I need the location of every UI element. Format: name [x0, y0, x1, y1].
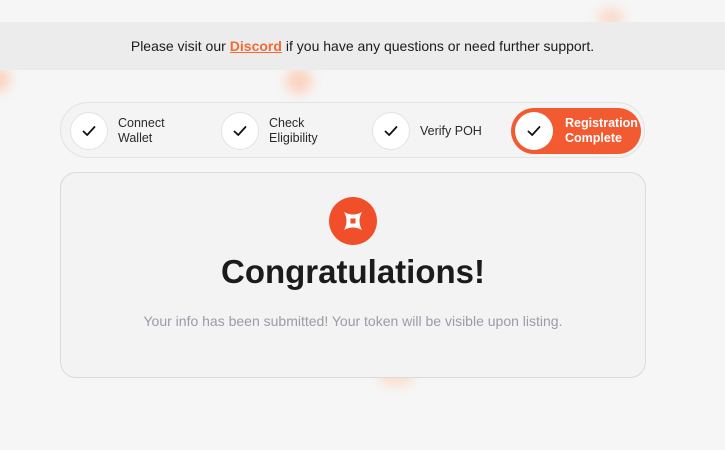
- step-verify-poh: Verify POH: [368, 108, 482, 154]
- discord-link[interactable]: Discord: [230, 38, 282, 54]
- check-icon: [70, 112, 108, 150]
- success-card: Congratulations! Your info has been subm…: [60, 172, 646, 378]
- step-connect-wallet: Connect Wallet: [66, 108, 165, 154]
- step-label: Connect Wallet: [118, 116, 165, 145]
- registration-stepper: Connect Wallet Check Eligibility Verify …: [60, 102, 645, 158]
- check-icon: [372, 112, 410, 150]
- banner-suffix-text: if you have any questions or need furthe…: [285, 38, 595, 54]
- step-label: Check Eligibility: [269, 116, 318, 145]
- brand-logo-icon: [329, 197, 377, 245]
- page-title: Congratulations!: [221, 253, 485, 290]
- banner-prefix-text: Please visit our: [130, 38, 226, 54]
- status-message: Your info has been submitted! Your token…: [143, 313, 563, 329]
- step-label: Registration Complete: [565, 116, 638, 145]
- step-registration-complete: Registration Complete: [511, 108, 641, 154]
- step-label: Verify POH: [420, 123, 482, 138]
- background-decor: [286, 68, 312, 94]
- check-icon: [221, 112, 259, 150]
- step-check-eligibility: Check Eligibility: [217, 108, 318, 154]
- support-banner: Please visit our Discord if you have any…: [0, 22, 725, 70]
- check-icon: [515, 112, 553, 150]
